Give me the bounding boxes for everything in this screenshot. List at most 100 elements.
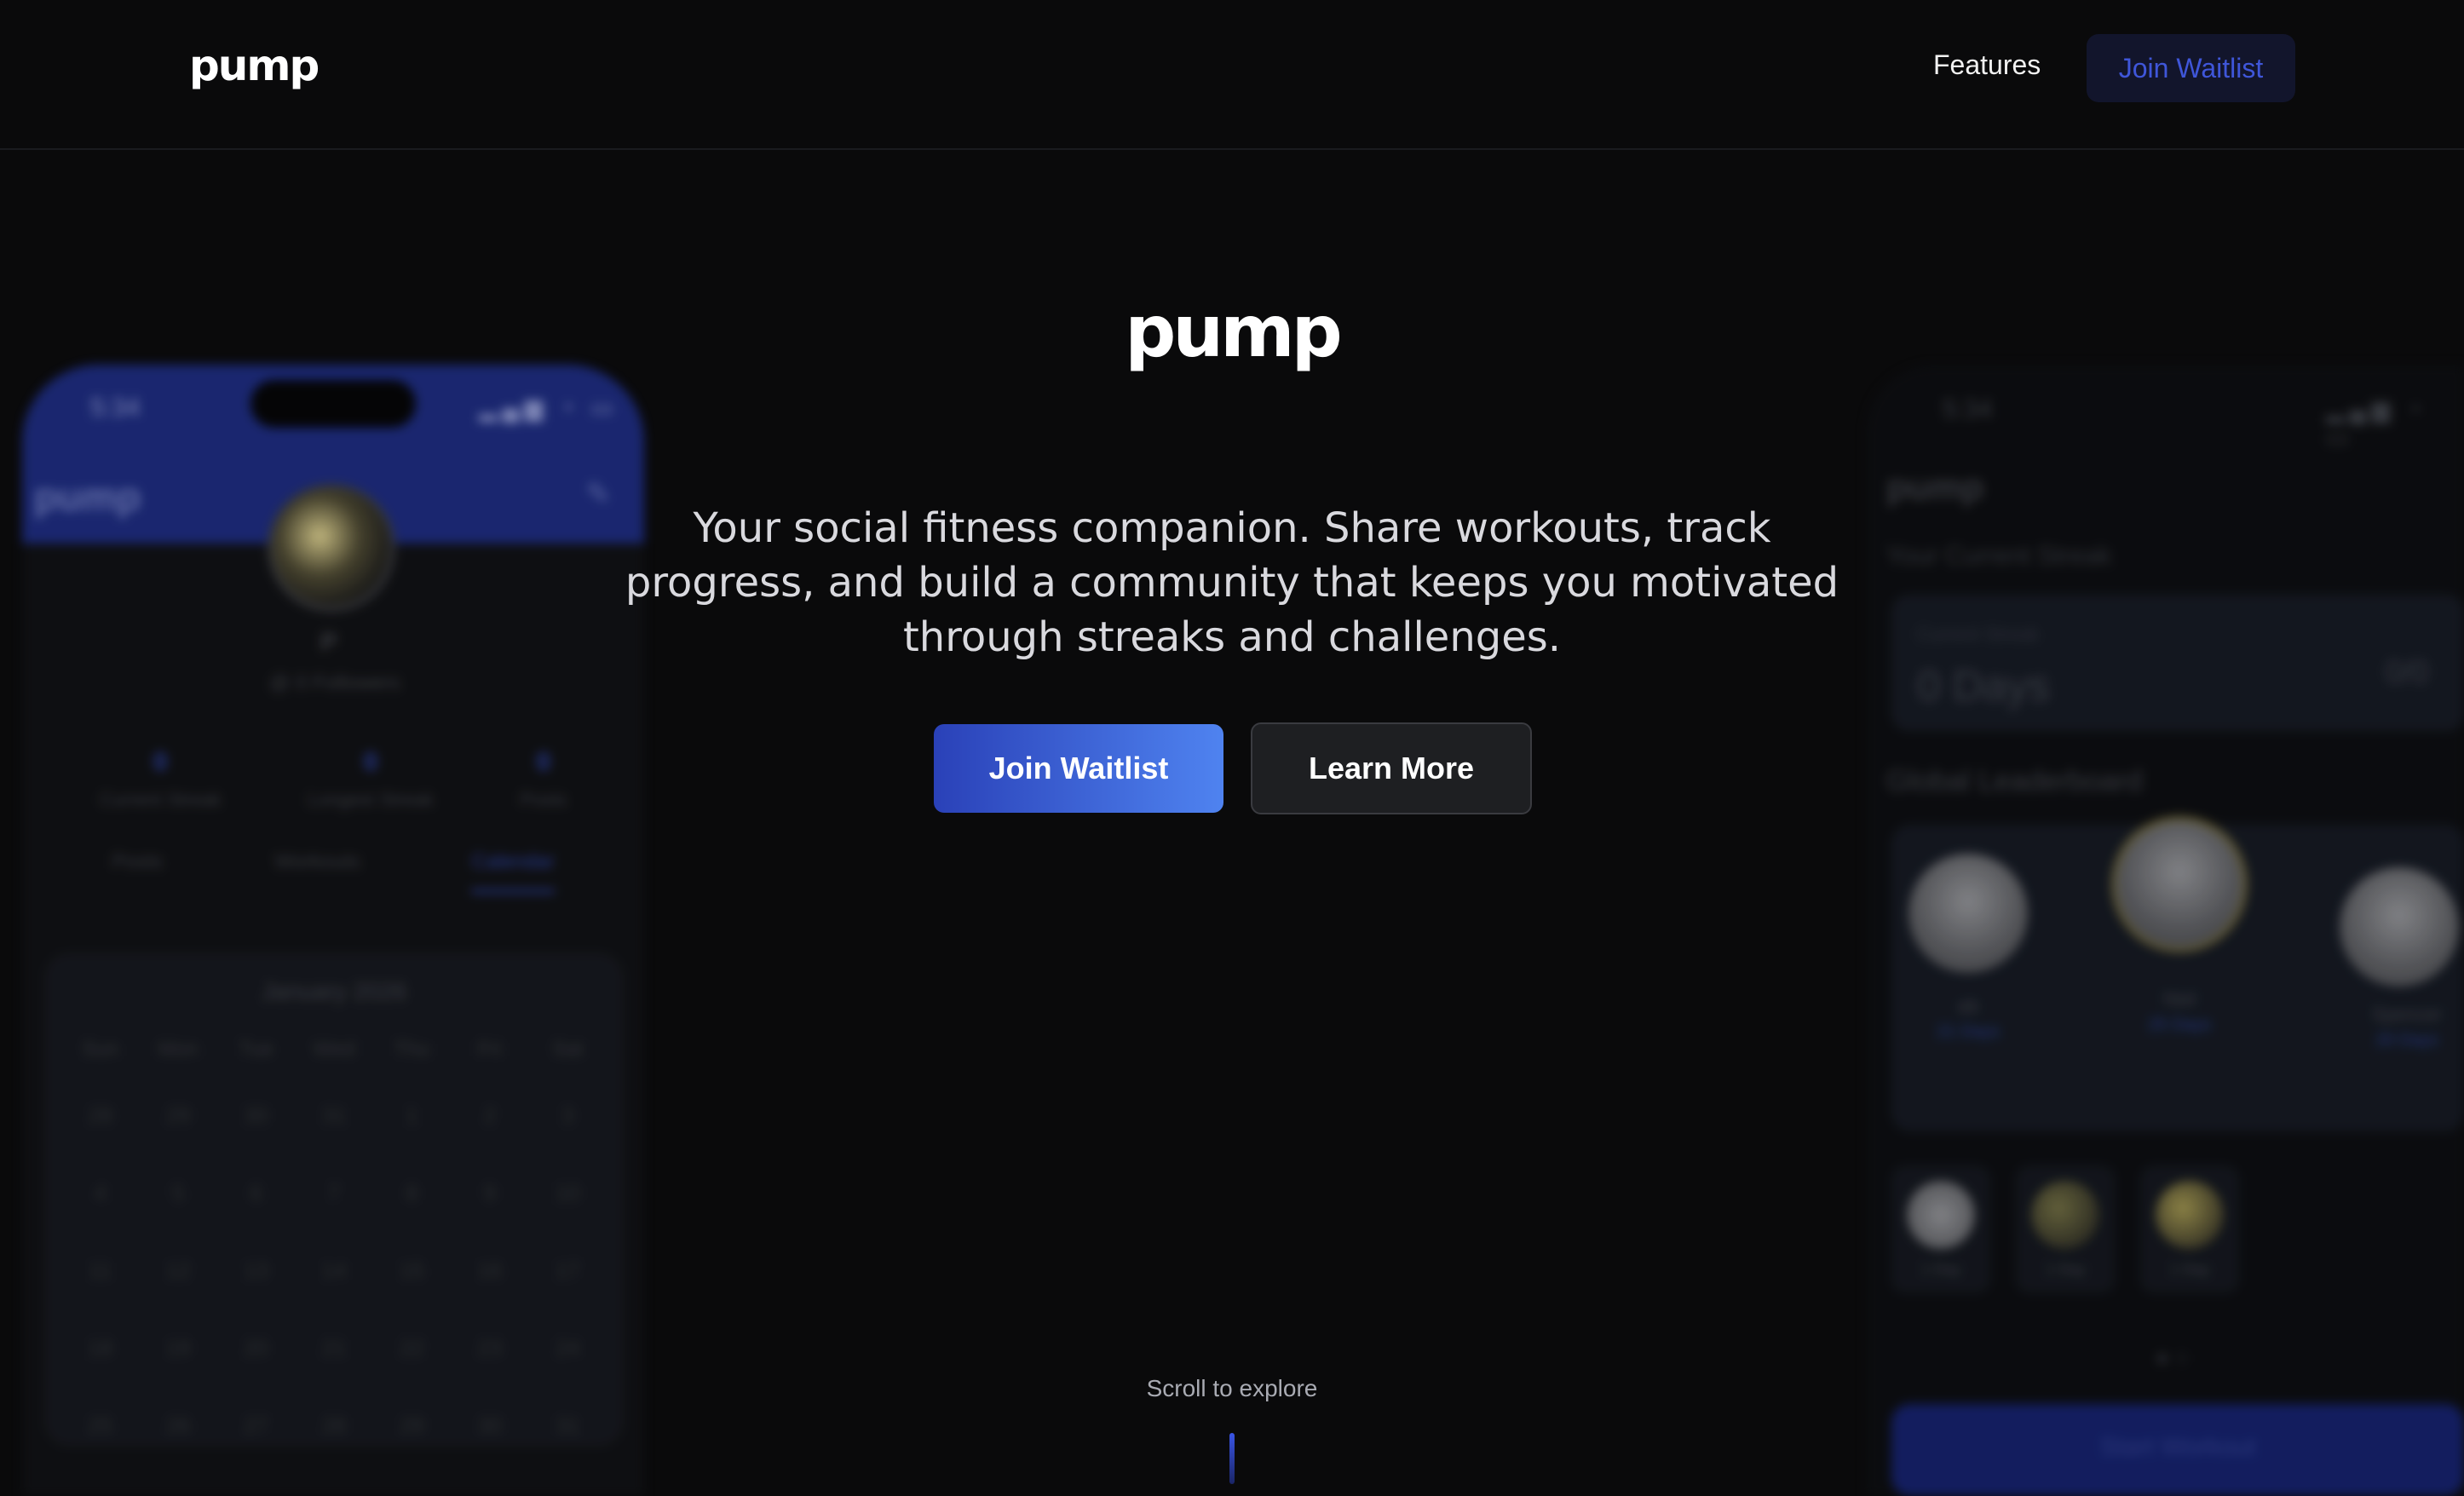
leader-avatar — [1908, 854, 2028, 973]
calendar-day: 12 — [165, 1257, 191, 1283]
calendar-day: 3 — [561, 1102, 574, 1128]
leaderboard-card: ab 21 Days Niel 25 Days Spencer 20 Days — [1891, 816, 2464, 1131]
mini-days: 1 Day — [2045, 1261, 2086, 1278]
mini-card: 1 Day — [2140, 1165, 2239, 1293]
calendar-day: 19 — [165, 1335, 191, 1361]
phone-brand: pump — [1886, 467, 1984, 507]
calendar-day: 2 — [483, 1102, 497, 1128]
calendar-day: 23 — [477, 1335, 503, 1361]
tab-posts: Posts — [112, 850, 164, 873]
calendar-day: 29 — [399, 1413, 424, 1438]
profile-name: P — [320, 629, 338, 657]
calendar-day: 30 — [244, 1102, 269, 1128]
calendar-day: 7 — [327, 1180, 341, 1205]
hero-tagline: Your social fitness companion. Share wor… — [625, 504, 1839, 661]
mini-card: 1 Day — [1891, 1165, 1990, 1293]
calendar-day: 20 — [244, 1335, 269, 1361]
calendar-day: 25 — [88, 1413, 113, 1438]
calendar-day: 30 — [477, 1413, 503, 1438]
streak-title: Your Current Streak — [1886, 542, 2112, 570]
calendar-day: 18 — [88, 1335, 113, 1361]
leader-name: ab — [1957, 995, 1979, 1016]
calendar-weekday: Mon — [158, 1038, 199, 1061]
nav-features-link[interactable]: Features — [1933, 49, 2041, 81]
tab-calendar: Calendar — [471, 850, 555, 893]
calendar-day: 15 — [399, 1257, 424, 1283]
calendar-day: 5 — [171, 1180, 185, 1205]
phone-mockup-leaderboard: 5:34 ▂▄▆ ◔ ▭ pump Your Current Streak Cu… — [1866, 365, 2464, 1496]
leader-days: 21 Days — [1937, 1022, 2000, 1041]
start-workout-button: Start Workout — [1891, 1404, 2464, 1496]
calendar-day: 29 — [165, 1102, 191, 1128]
streak-subtitle: Current Streak — [1917, 624, 2040, 645]
calendar-day: 16 — [477, 1257, 503, 1283]
nav-join-waitlist-button[interactable]: Join Waitlist — [2087, 34, 2295, 102]
calendar-day: 4 — [94, 1180, 107, 1205]
calendar-weekday: Fri — [477, 1038, 502, 1061]
streak-value: 0 Days — [1917, 662, 2050, 710]
hero-learn-more-button[interactable]: Learn More — [1251, 722, 1532, 814]
calendar-day: 28 — [321, 1413, 347, 1438]
calendar-day: 24 — [555, 1335, 580, 1361]
leader-days: 20 Days — [2375, 1031, 2438, 1050]
mini-avatar — [2156, 1181, 2224, 1249]
calendar-day: 10 — [555, 1180, 580, 1205]
phone-time: 5:34 — [90, 394, 141, 422]
phone-brand: pump — [34, 475, 141, 519]
mini-avatar — [1907, 1181, 1975, 1249]
top-nav: pump Features Join Waitlist — [0, 0, 2464, 150]
calendar-day: 31 — [555, 1413, 580, 1438]
calendar-day: 11 — [89, 1257, 112, 1283]
mini-avatar — [2031, 1181, 2099, 1249]
mini-card: 1 Day — [2016, 1165, 2115, 1293]
leader-name: Spencer — [2372, 1004, 2442, 1025]
pager-dots: ● ○ — [2156, 1344, 2189, 1370]
calendar-day: 27 — [244, 1413, 269, 1438]
calendar-weekday: Sat — [552, 1038, 584, 1061]
leader-days: 25 Days — [2148, 1016, 2211, 1034]
stat-current-streak: 0 Current Streak — [99, 748, 222, 810]
calendar-day: 9 — [483, 1180, 497, 1205]
calendar-day: 22 — [399, 1335, 424, 1361]
phone-mockup-profile: 5:34 ▂▄▆ ◔ ▭ pump ✎ P @ 0 Followers 0 Cur… — [22, 365, 644, 1496]
phone-notch — [250, 380, 416, 428]
leader-avatar — [2340, 867, 2459, 987]
nav-logo[interactable]: pump — [189, 41, 320, 90]
profile-stats: 0 Current Streak 0 Longest Streak 0 Posts — [56, 748, 610, 811]
calendar-day: 1 — [406, 1102, 418, 1128]
calendar-weekday: Wed — [313, 1038, 355, 1061]
hero-join-waitlist-button[interactable]: Join Waitlist — [934, 724, 1223, 813]
calendar-day: 21 — [321, 1335, 347, 1361]
profile-followers: @ 0 Followers — [269, 671, 400, 694]
calendar-day: 13 — [244, 1257, 269, 1283]
phone-time: 5:34 — [1943, 395, 1993, 423]
calendar-days: 28 29 30 31 1 2 3 4 5 6 7 8 9 10 11 12 13 14 15 16 17 18 19 20 2… — [61, 1102, 607, 1439]
calendar-day: 31 — [321, 1102, 347, 1128]
mini-days: 1 Day — [1920, 1261, 1961, 1278]
phone-status-icons: ▂▄▆ ◔ ▭ — [2326, 396, 2427, 451]
phone-status-icons: ▂▄▆ ◔ ▭ — [479, 394, 619, 421]
tab-workouts: Workouts — [273, 850, 360, 873]
calendar-day: 6 — [250, 1180, 262, 1205]
profile-tabs: Posts Workouts Calendar — [56, 850, 610, 893]
calendar-weekday: Thu — [394, 1038, 430, 1061]
calendar-day: 8 — [406, 1180, 418, 1205]
calendar-day: 28 — [88, 1102, 113, 1128]
leader-avatar — [2111, 816, 2248, 952]
stat-longest-streak: 0 Longest Streak — [308, 748, 434, 810]
calendar-title: January 2026 — [262, 978, 406, 1004]
calendar-weekdays: Sun Mon Tue Wed Thu Fri Sat — [61, 1038, 607, 1062]
calendar-card: January 2026 Sun Mon Tue Wed Thu Fri Sat 28 29 3… — [44, 952, 624, 1447]
stat-posts: 0 Posts — [520, 748, 567, 810]
landing-page: 5:34 ▂▄▆ ◔ ▭ pump ✎ P @ 0 Followers 0 Cur… — [0, 0, 2464, 1496]
leaderboard-title: Global Leaderboard — [1886, 765, 2143, 797]
streak-ratio: 0/0 — [2386, 654, 2429, 689]
hero-logo: pump — [1125, 290, 1343, 373]
scroll-indicator — [1229, 1433, 1235, 1484]
streak-card: Current Streak 0 Days 0/0 — [1891, 595, 2464, 731]
calendar-day: 14 — [321, 1257, 347, 1283]
leader-name: Niel — [2163, 988, 2196, 1010]
start-workout-label: Start Workout — [2099, 1433, 2256, 1461]
calendar-weekday: Tue — [239, 1038, 273, 1061]
scroll-hint: Scroll to explore — [1146, 1375, 1318, 1401]
